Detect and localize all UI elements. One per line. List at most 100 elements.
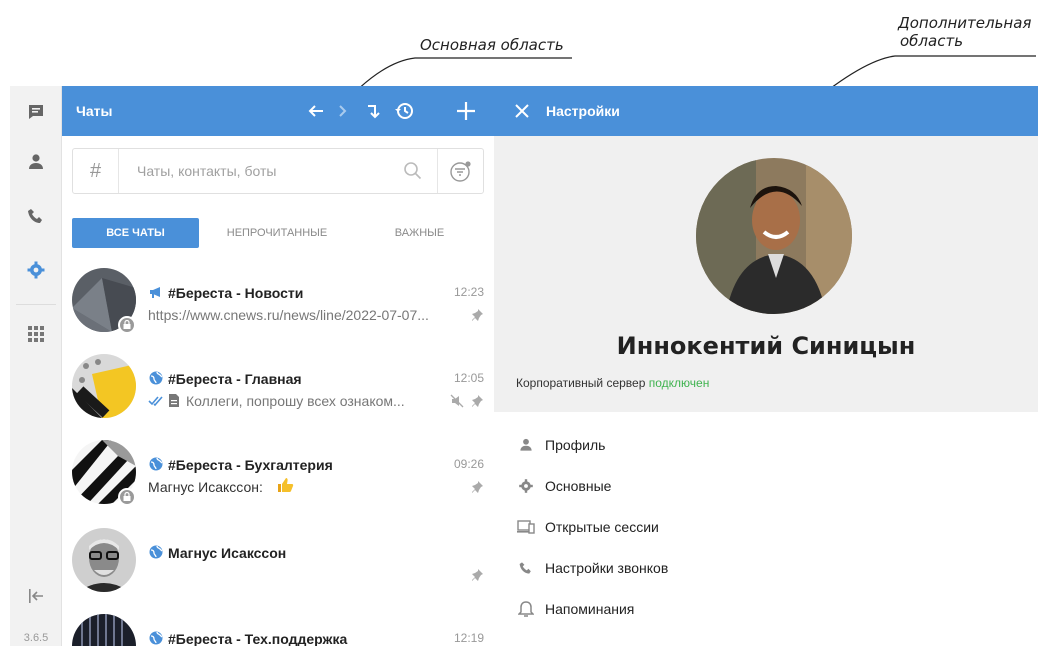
gear-icon (27, 261, 45, 279)
chat-avatar (72, 528, 136, 592)
profile-name: Иннокентий Синицын (616, 332, 916, 360)
new-chat-button[interactable] (454, 99, 478, 123)
annotation-extra-line2: область (900, 32, 964, 50)
menu-label: Основные (545, 477, 612, 494)
menu-label: Напоминания (545, 600, 635, 617)
megaphone-icon (150, 287, 160, 298)
muted-icon (450, 394, 464, 408)
pin-icon (472, 395, 483, 407)
menu-general[interactable]: Основные (494, 465, 1038, 506)
profile-photo[interactable] (696, 158, 852, 314)
menu-label: Профиль (545, 436, 606, 453)
tab-important[interactable]: ВАЖНЫЕ (372, 218, 467, 248)
thumbs-up-icon (278, 478, 294, 492)
rail-separator (16, 304, 56, 305)
arrow-right-icon (339, 105, 347, 117)
filter-icon (450, 161, 471, 182)
chat-name: #Береста - Главная (168, 371, 302, 387)
pin-icon (472, 481, 483, 493)
forward-icon (368, 105, 380, 119)
chat-item-accounting[interactable]: #Береста - Бухгалтерия 09:26 Магнус Исак… (62, 440, 494, 526)
rail-apps-button[interactable] (10, 308, 62, 360)
search-input[interactable] (137, 163, 407, 179)
chat-bubble-icon (29, 105, 43, 119)
forward-nav-button[interactable] (332, 99, 356, 123)
globe-icon (149, 631, 163, 645)
lock-icon (118, 316, 136, 334)
person-icon (29, 154, 43, 169)
history-icon (395, 103, 413, 119)
menu-label: Настройки звонков (545, 559, 669, 576)
collapse-left-icon (29, 589, 43, 603)
phone-icon (516, 558, 536, 578)
read-check-icon (148, 396, 163, 407)
phone-icon (28, 209, 42, 223)
annotation-extra-area: Дополнительная область (898, 14, 1038, 50)
chat-time: 12:23 (453, 285, 484, 299)
menu-call-settings[interactable]: Настройки звонков (494, 547, 1038, 588)
settings-header: Настройки (494, 86, 1038, 136)
globe-icon (149, 545, 163, 559)
chats-header: Чаты (62, 86, 494, 136)
rail-contacts-button[interactable] (10, 136, 62, 188)
rail-collapse-button[interactable] (10, 570, 62, 622)
tab-unread[interactable]: НЕПРОЧИТАННЫЕ (207, 218, 347, 248)
chat-item-magnus[interactable]: Магнус Исакссон (62, 528, 494, 614)
document-icon (169, 394, 179, 407)
pin-icon (472, 309, 483, 321)
menu-profile[interactable]: Профиль (494, 424, 1038, 465)
chat-name: Магнус Исакссон (168, 545, 287, 561)
chat-name: #Береста - Тех.поддержка (168, 631, 348, 646)
server-label: Корпоративный сервер (516, 376, 646, 390)
server-status: Корпоративный сервер подключен (516, 376, 709, 390)
settings-title: Настройки (546, 103, 620, 119)
filter-button[interactable] (437, 149, 484, 193)
plus-icon (457, 102, 475, 120)
jump-button[interactable] (362, 99, 386, 123)
chat-time: 09:26 (453, 457, 484, 471)
hashtag-toggle[interactable]: # (73, 149, 119, 193)
rail-calls-button[interactable] (10, 190, 62, 242)
close-settings-button[interactable] (510, 99, 534, 123)
server-status-value: подключен (648, 376, 710, 390)
app-version: 3.6.5 (23, 632, 49, 644)
pin-icon (472, 569, 483, 581)
arrow-left-icon (308, 105, 323, 117)
profile-area: Иннокентий Синицын Корпоративный сервер … (494, 136, 1038, 412)
menu-label: Открытые сессии (545, 518, 659, 535)
bell-icon (516, 599, 536, 619)
history-button[interactable] (392, 99, 416, 123)
rail-chats-button[interactable] (10, 86, 62, 138)
chat-name: #Береста - Бухгалтерия (168, 457, 333, 473)
chat-item-main[interactable]: #Береста - Главная 12:05 Коллеги, попрош… (62, 354, 494, 440)
chat-avatar (72, 354, 136, 418)
grid-icon (28, 326, 44, 342)
lock-icon (118, 488, 136, 506)
search-icon (404, 162, 422, 180)
annotation-main-area: Основная область (420, 36, 564, 54)
chat-preview: https://www.cnews.ru/news/line/2022-07-0… (148, 307, 429, 323)
devices-icon (516, 517, 536, 537)
left-rail: 3.6.5 (10, 86, 62, 646)
chat-preview: Коллеги, попрошу всех ознаком... (186, 393, 405, 409)
chat-time: 12:05 (453, 371, 484, 385)
globe-icon (149, 457, 163, 471)
chat-item-support[interactable]: #Береста - Тех.поддержка 12:19 (62, 614, 494, 646)
annotation-extra-line1: Дополнительная (898, 14, 1032, 32)
chat-time: 12:19 (453, 631, 484, 645)
chat-item-news[interactable]: #Береста - Новости 12:23 https://www.cne… (62, 268, 494, 354)
rail-settings-button[interactable] (10, 244, 62, 296)
menu-sessions[interactable]: Открытые сессии (494, 506, 1038, 547)
chat-search: # (72, 148, 484, 194)
tab-all-chats[interactable]: ВСЕ ЧАТЫ (72, 218, 199, 248)
chat-name: #Береста - Новости (168, 285, 304, 301)
back-button[interactable] (304, 99, 328, 123)
chat-preview: Магнус Исакссон: (148, 479, 263, 495)
gear-icon (516, 476, 536, 496)
menu-reminders[interactable]: Напоминания (494, 588, 1038, 629)
close-icon (515, 104, 529, 118)
chats-title: Чаты (76, 103, 113, 119)
page: Основная область Дополнительная область … (0, 0, 1038, 646)
globe-icon (149, 371, 163, 385)
person-icon (516, 435, 536, 455)
